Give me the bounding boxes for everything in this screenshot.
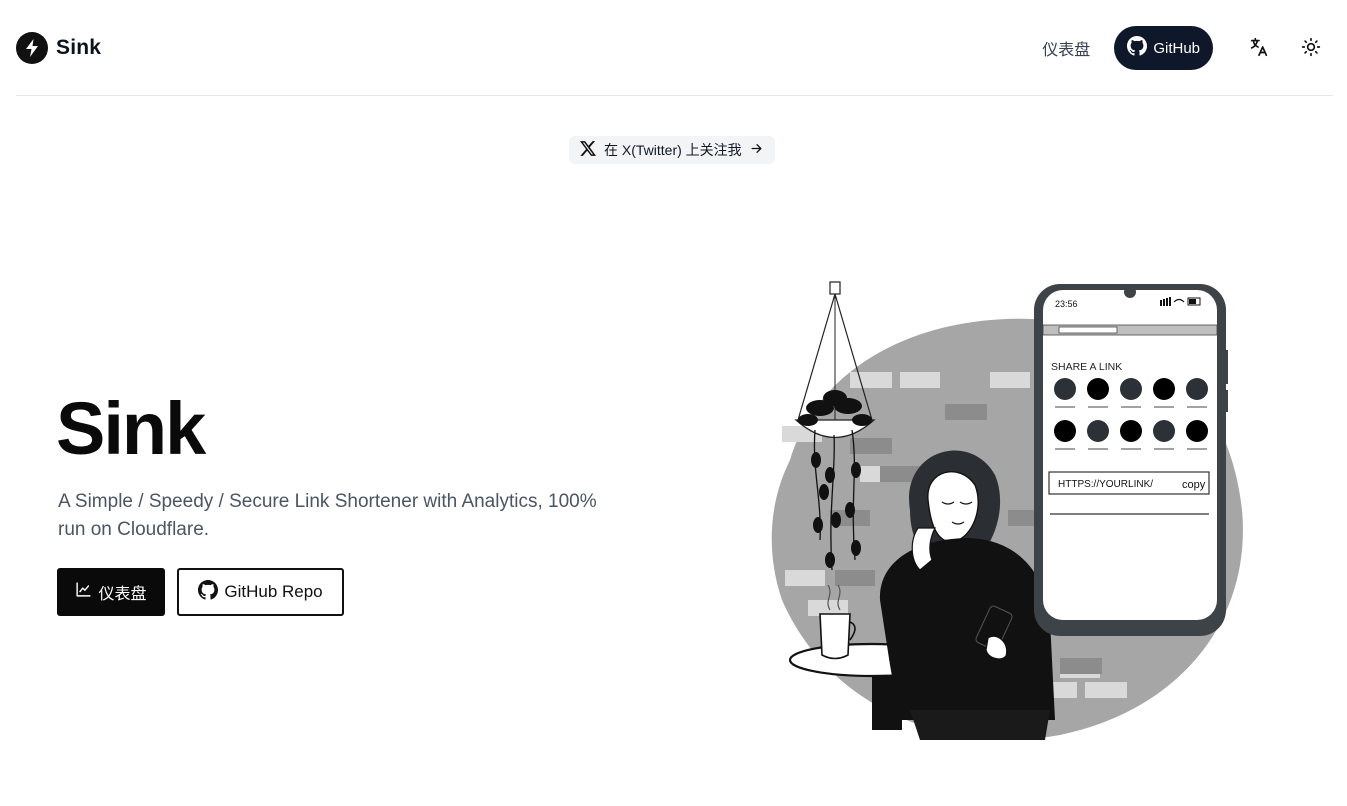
github-icon [198, 579, 219, 605]
chart-icon [75, 581, 92, 603]
share-heading: SHARE A LINK [1051, 361, 1122, 373]
theme-toggle-button[interactable] [1289, 26, 1333, 70]
github-icon [1127, 36, 1148, 60]
planter-hook [829, 281, 841, 295]
language-toggle-button[interactable] [1237, 26, 1281, 70]
hero-title: Sink [56, 387, 206, 470]
x-logo-icon [580, 141, 596, 159]
github-repo-button[interactable]: GitHub Repo [177, 568, 344, 616]
translate-icon [1248, 36, 1270, 61]
sun-icon [1301, 37, 1321, 60]
github-button-label: GitHub [1153, 39, 1200, 57]
twitter-follow-badge[interactable]: 在 X(Twitter) 上关注我 [569, 136, 775, 164]
github-repo-button-label: GitHub Repo [224, 582, 323, 601]
hero-illustration: 23:56 SHARE A LINK HTTPS://YOURLINK/ cop… [760, 270, 1260, 750]
dashboard-button-label: 仪表盘 [98, 586, 147, 603]
hero-description: A Simple / Speedy / Secure Link Shortene… [58, 491, 597, 540]
dashboard-button[interactable]: 仪表盘 [57, 568, 165, 616]
mug [819, 613, 851, 660]
github-button[interactable]: GitHub [1114, 26, 1213, 70]
arrow-right-icon [750, 142, 763, 158]
header-nav: 仪表盘 GitHub [1042, 26, 1333, 70]
copy-label: copy [1182, 479, 1206, 491]
brand-logo-link[interactable]: Sink [16, 32, 101, 64]
bolt-icon [16, 32, 48, 64]
brand-name: Sink [56, 36, 102, 59]
phone-time: 23:56 [1055, 299, 1078, 309]
nav-dashboard-link[interactable]: 仪表盘 [1042, 36, 1090, 60]
woman-body [879, 538, 1055, 720]
phone-screen [1043, 290, 1217, 620]
link-placeholder: HTTPS://YOURLINK/ [1058, 479, 1153, 490]
twitter-follow-text: 在 X(Twitter) 上关注我 [604, 142, 742, 158]
site-header: Sink 仪表盘 GitHub [16, 0, 1333, 96]
